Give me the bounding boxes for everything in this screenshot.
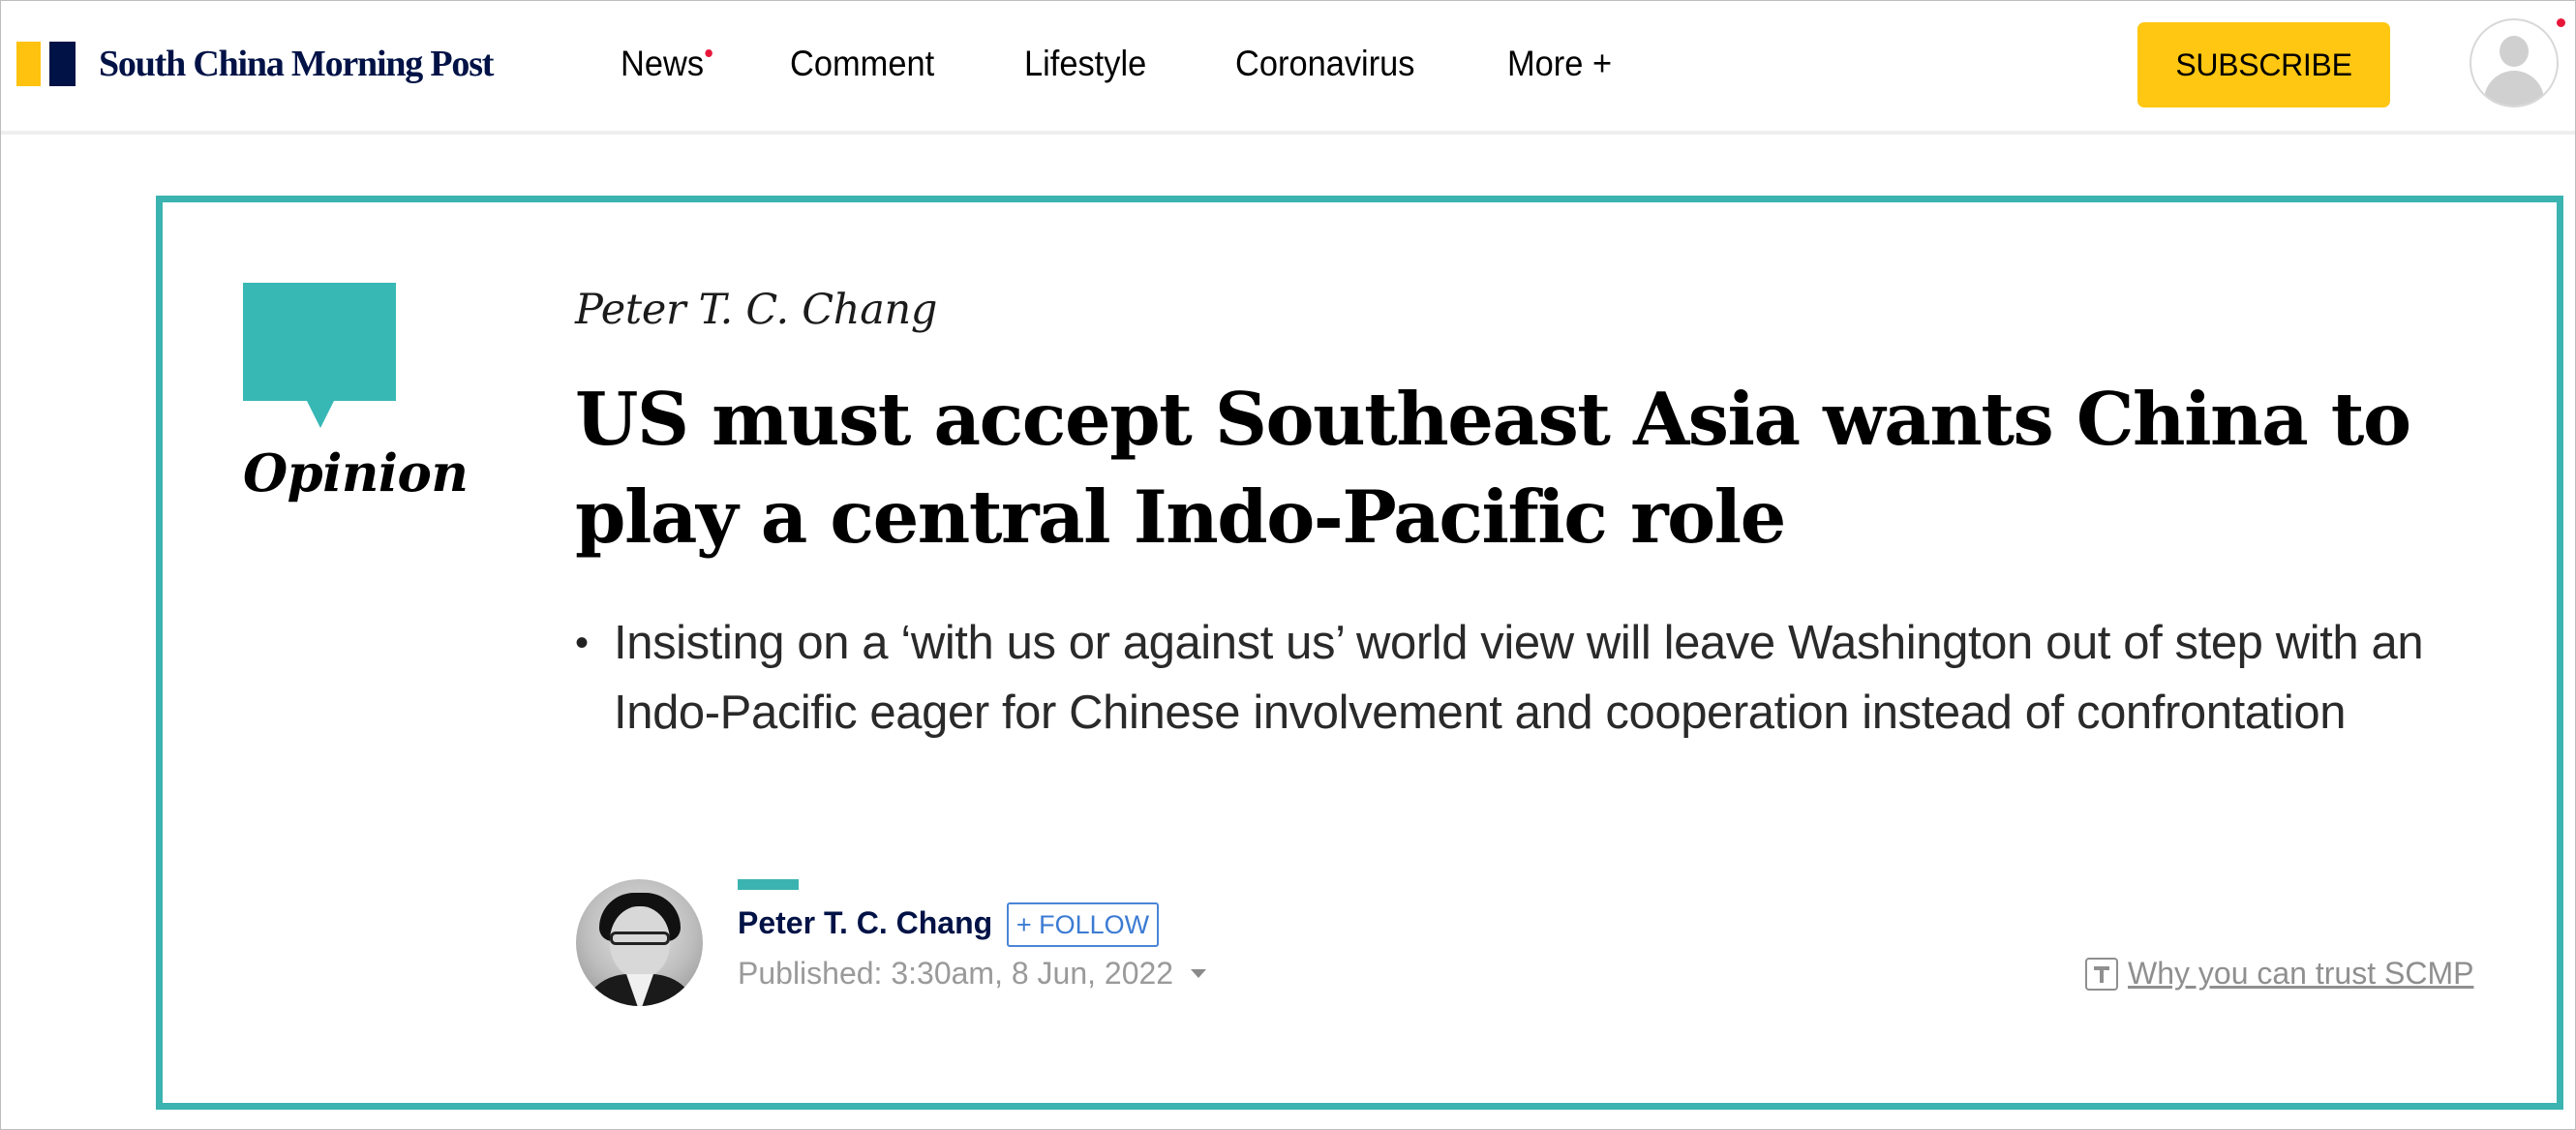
user-avatar-icon[interactable] xyxy=(2470,18,2559,107)
author-avatar[interactable] xyxy=(576,879,703,1006)
scmp-logo[interactable]: South China Morning Post xyxy=(16,42,494,86)
subscribe-button[interactable]: SUBSCRIBE xyxy=(2137,22,2390,107)
byline-top: Peter T. C. Chang xyxy=(575,286,938,334)
follow-author-button[interactable]: + FOLLOW xyxy=(1007,902,1159,947)
main-nav: News Comment Lifestyle Coronavirus More … xyxy=(621,41,1699,87)
nav-item-lifestyle[interactable]: Lifestyle xyxy=(1024,41,1146,87)
summary-bullet: • xyxy=(575,622,590,664)
site-header: South China Morning Post News Comment Li… xyxy=(0,0,2576,135)
article-summary: • Insisting on a ‘with us or against us’… xyxy=(575,608,2511,748)
scmp-logo-mark-icon xyxy=(16,42,76,86)
nav-item-comment[interactable]: Comment xyxy=(790,41,934,87)
nav-item-coronavirus[interactable]: Coronavirus xyxy=(1235,41,1415,87)
scmp-logo-text: South China Morning Post xyxy=(99,44,494,84)
published-date[interactable]: Published: 3:30am, 8 Jun, 2022 xyxy=(738,956,1207,992)
trust-scmp-link-text: Why you can trust SCMP xyxy=(2128,956,2474,991)
nav-item-more[interactable]: More + xyxy=(1507,41,1612,87)
trust-scmp-link[interactable]: Why you can trust SCMP xyxy=(2085,956,2473,992)
nav-item-news-label: News xyxy=(621,44,705,83)
nav-item-news[interactable]: News xyxy=(621,41,712,87)
account-notification-dot-icon xyxy=(2557,18,2565,27)
published-date-text: Published: 3:30am, 8 Jun, 2022 xyxy=(738,956,1174,991)
speech-bubble-icon xyxy=(243,283,396,401)
chevron-down-icon xyxy=(1191,969,1207,978)
speech-bubble-tail xyxy=(307,401,334,428)
section-label-opinion: Opinion xyxy=(243,443,469,504)
t-box-icon xyxy=(2085,957,2118,991)
author-accent-bar xyxy=(738,879,799,890)
news-notification-dot-icon xyxy=(704,49,712,57)
summary-text: Insisting on a ‘with us or against us’ w… xyxy=(614,617,2424,739)
article-headline: US must accept Southeast Asia wants Chin… xyxy=(575,377,2411,560)
author-name-link[interactable]: Peter T. C. Chang xyxy=(738,905,992,941)
